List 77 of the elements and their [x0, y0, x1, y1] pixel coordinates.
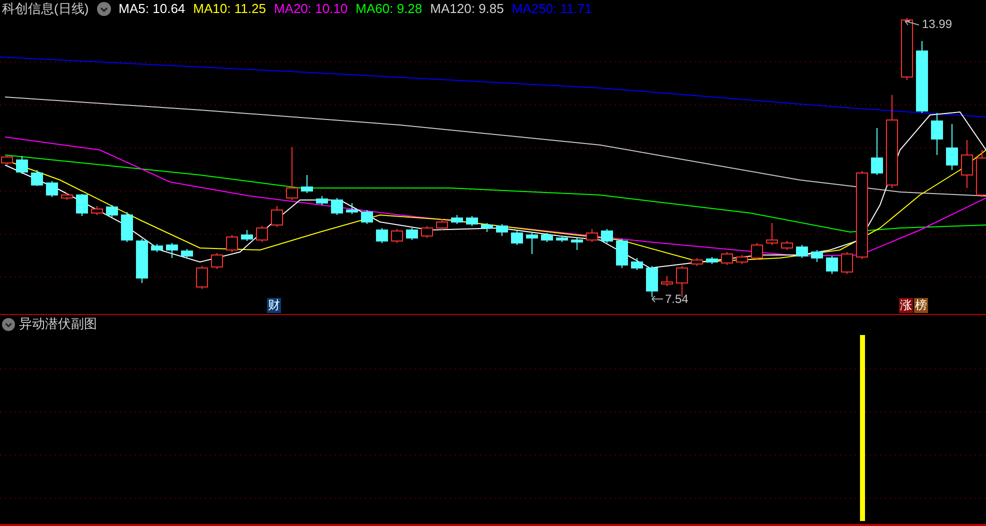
indicator-value: MA10: 11.25: [193, 0, 266, 18]
candlestick: [151, 244, 163, 252]
candlestick: [601, 228, 613, 244]
candlestick: [526, 232, 538, 254]
candlestick: [661, 276, 673, 286]
arrow-left-icon: [651, 295, 664, 303]
candlestick: [931, 112, 943, 156]
candlestick: [496, 224, 508, 236]
candlestick: [811, 250, 823, 262]
candlestick: [316, 196, 328, 206]
candlestick: [301, 174, 313, 194]
candlestick: [841, 252, 853, 274]
indicator-value: MA20: 10.10: [274, 0, 348, 18]
candlestick: [736, 254, 748, 264]
candlestick: [721, 252, 733, 266]
low-price-label: 7.54: [665, 291, 688, 308]
candlestick: [376, 228, 388, 244]
candlestick: [586, 228, 598, 242]
candlestick: [391, 228, 403, 244]
candlestick: [766, 222, 778, 246]
candlestick: [271, 206, 283, 228]
indicator-value: MA250: 11.71: [512, 0, 592, 18]
candlestick: [751, 242, 763, 260]
chevron-down-icon[interactable]: [96, 2, 111, 16]
chart-title: 科创信息(日线): [1, 0, 89, 18]
candlestick: [181, 248, 193, 258]
candlestick: [796, 244, 808, 258]
candlestick: [691, 258, 703, 266]
candlestick: [706, 256, 718, 264]
candlestick: [211, 252, 223, 270]
arrow-left-icon: [904, 20, 920, 28]
candlestick: [541, 232, 553, 242]
candlestick: [76, 194, 88, 216]
candlestick: [631, 258, 643, 270]
indicator-value: MA5: 10.64: [118, 0, 186, 18]
event-tag[interactable]: 榜: [914, 298, 928, 313]
candlestick: [451, 214, 463, 224]
candlestick: [46, 180, 58, 198]
candlestick: [781, 240, 793, 250]
candlestick: [646, 266, 658, 298]
high-price-label: 13.99: [922, 16, 952, 33]
candlestick: [331, 198, 343, 216]
candlestick: [421, 226, 433, 238]
candlestick: [346, 202, 358, 214]
candlestick: [256, 226, 268, 242]
candlestick: [91, 206, 103, 216]
event-tag[interactable]: 涨: [899, 298, 913, 313]
candlestick: [286, 146, 298, 200]
candlestick: [406, 228, 418, 240]
candlestick: [961, 140, 973, 188]
candlestick: [616, 238, 628, 268]
indicator-value: MA60: 9.28: [356, 0, 422, 18]
candlestick: [481, 222, 493, 232]
candlestick: [31, 170, 43, 186]
candlestick: [826, 256, 838, 274]
candlestick: [556, 236, 568, 242]
candlestick: [901, 18, 913, 80]
sub-chart-title: 异动潜伏副图: [19, 315, 97, 334]
candlestick: [361, 210, 373, 224]
event-tag[interactable]: 财: [267, 298, 281, 313]
candlestick: [466, 216, 478, 226]
candlestick: [136, 238, 148, 284]
candlestick: [196, 266, 208, 290]
candlestick: [241, 230, 253, 242]
candlestick: [121, 212, 133, 242]
candlestick: [166, 242, 178, 258]
candlestick: [871, 128, 883, 176]
candlestick: [61, 192, 73, 200]
chevron-down-icon[interactable]: [2, 318, 15, 330]
candlestick: [106, 204, 118, 218]
candlestick: [511, 230, 523, 246]
candlestick: [571, 238, 583, 250]
indicator-value: MA120: 9.85: [430, 0, 504, 18]
candlestick: [226, 234, 238, 252]
candlestick: [16, 156, 28, 174]
candlestick: [436, 218, 448, 230]
candlestick: [946, 124, 958, 170]
